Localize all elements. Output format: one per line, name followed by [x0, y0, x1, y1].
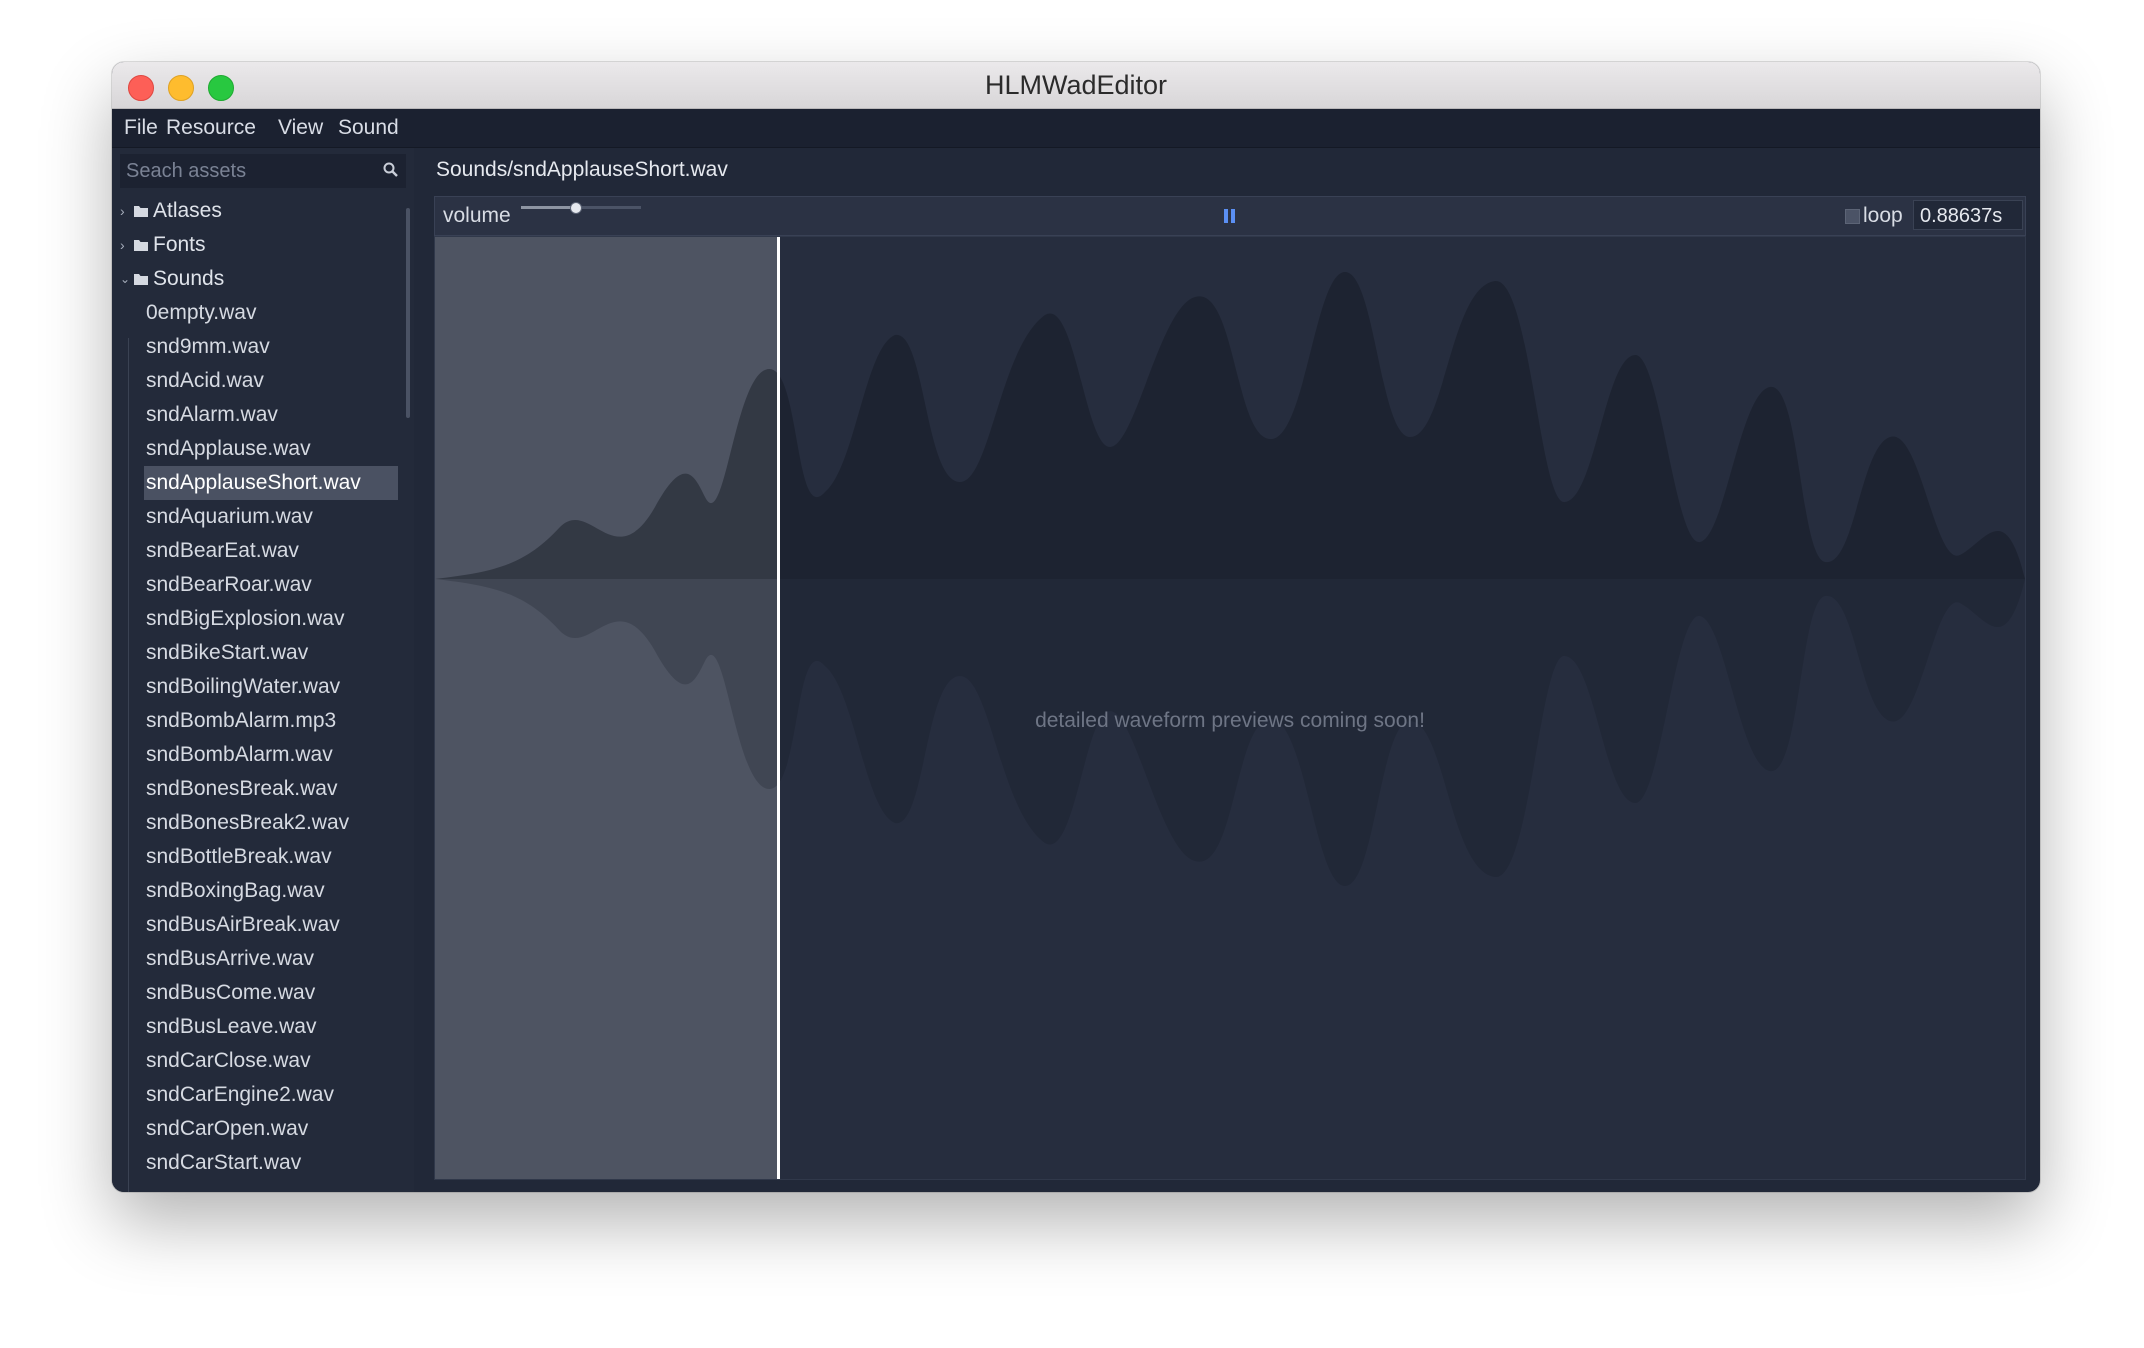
- tree-file[interactable]: sndBonesBreak.wav: [144, 772, 398, 806]
- tree-file[interactable]: sndBearEat.wav: [144, 534, 398, 568]
- player-toolbar: volume loop 0.88637s: [434, 196, 2026, 236]
- tree-folder-label: Atlases: [153, 199, 222, 222]
- tree-scrollbar[interactable]: [406, 208, 410, 418]
- tree-folder-label: Sounds: [153, 267, 225, 290]
- window-title: HLMWadEditor: [984, 70, 1168, 100]
- loop-label: loop: [1863, 204, 1903, 227]
- asset-sidebar: › Atlases › Fonts ⌄ Sounds 0empty.wav snd9m…: [112, 148, 414, 1192]
- search-box: [120, 154, 406, 188]
- loop-checkbox[interactable]: [1845, 209, 1860, 224]
- tree-file[interactable]: sndBikeStart.wav: [144, 636, 398, 670]
- menu-view[interactable]: View: [270, 109, 331, 147]
- volume-slider[interactable]: [521, 202, 641, 214]
- menu-resource[interactable]: Resource: [158, 109, 264, 147]
- tree-file[interactable]: sndAlarm.wav: [144, 398, 398, 432]
- tree-file[interactable]: sndBonesBreak2.wav: [144, 806, 398, 840]
- pause-icon-bar: [1231, 209, 1235, 223]
- tree-file[interactable]: sndBusArrive.wav: [144, 942, 398, 976]
- tree-file[interactable]: sndBigExplosion.wav: [144, 602, 398, 636]
- tree-file[interactable]: sndBoxingBag.wav: [144, 874, 398, 908]
- title-bar: HLMWadEditor: [112, 62, 2040, 109]
- waveform-upper: [435, 272, 2025, 579]
- tree-file[interactable]: sndBearRoar.wav: [144, 568, 398, 602]
- chevron-down-icon[interactable]: ⌄: [120, 262, 132, 296]
- waveform-graphic: [435, 272, 2025, 886]
- tree-file[interactable]: sndBombAlarm.wav: [144, 738, 398, 772]
- waveform-view[interactable]: detailed waveform previews coming soon!: [434, 236, 2026, 1180]
- pause-button[interactable]: [1221, 207, 1239, 225]
- tree-guide-line: [128, 338, 129, 1192]
- volume-slider-fill: [521, 206, 575, 209]
- tree-file[interactable]: sndCarClose.wav: [144, 1044, 398, 1078]
- menu-sound[interactable]: Sound: [330, 109, 407, 147]
- tree-file[interactable]: sndCarOpen.wav: [144, 1112, 398, 1146]
- chevron-right-icon[interactable]: ›: [120, 194, 132, 228]
- tree-file[interactable]: sndAquarium.wav: [144, 500, 398, 534]
- tree-file[interactable]: sndBottleBreak.wav: [144, 840, 398, 874]
- tree-file[interactable]: sndBusCome.wav: [144, 976, 398, 1010]
- volume-label: volume: [443, 204, 511, 227]
- search-icon[interactable]: [382, 161, 400, 179]
- tree-file[interactable]: 0empty.wav: [144, 296, 398, 330]
- folder-icon: [134, 240, 148, 252]
- sound-preview-panel: Sounds/sndApplauseShort.wav volume loop …: [422, 148, 2034, 1192]
- tree-file[interactable]: snd9mm.wav: [144, 330, 398, 364]
- menu-bar: File Resource View Sound: [112, 109, 2040, 148]
- tree-folder-fonts[interactable]: › Fonts: [120, 228, 206, 262]
- tree-file-selected[interactable]: sndApplauseShort.wav: [144, 466, 398, 500]
- tree-file[interactable]: sndCarStart.wav: [144, 1146, 398, 1180]
- app-window: HLMWadEditor File Resource View Sound › A…: [112, 62, 2040, 1192]
- tree-file[interactable]: sndBombAlarm.mp3: [144, 704, 398, 738]
- tree-folder-atlases[interactable]: › Atlases: [120, 194, 222, 228]
- tree-file[interactable]: sndBusLeave.wav: [144, 1010, 398, 1044]
- chevron-right-icon[interactable]: ›: [120, 228, 132, 262]
- search-input[interactable]: [120, 154, 382, 188]
- folder-icon: [134, 206, 148, 218]
- time-field[interactable]: 0.88637s: [1913, 200, 2023, 230]
- tree-file[interactable]: sndCarEngine2.wav: [144, 1078, 398, 1112]
- tree-folder-label: Fonts: [153, 233, 206, 256]
- tree-file[interactable]: sndAcid.wav: [144, 364, 398, 398]
- playhead[interactable]: [776, 237, 780, 1179]
- folder-icon: [134, 274, 148, 286]
- tree-file[interactable]: sndBusAirBreak.wav: [144, 908, 398, 942]
- tree-file[interactable]: sndApplause.wav: [144, 432, 398, 466]
- pause-icon: [1224, 209, 1228, 223]
- waveform-message: detailed waveform previews coming soon!: [1035, 709, 1425, 732]
- tree-file[interactable]: sndBoilingWater.wav: [144, 670, 398, 704]
- asset-path-title: Sounds/sndApplauseShort.wav: [436, 158, 728, 181]
- volume-slider-thumb[interactable]: [570, 202, 582, 214]
- tree-folder-sounds[interactable]: ⌄ Sounds: [120, 262, 224, 296]
- asset-tree: › Atlases › Fonts ⌄ Sounds 0empty.wav snd9m…: [112, 192, 406, 1192]
